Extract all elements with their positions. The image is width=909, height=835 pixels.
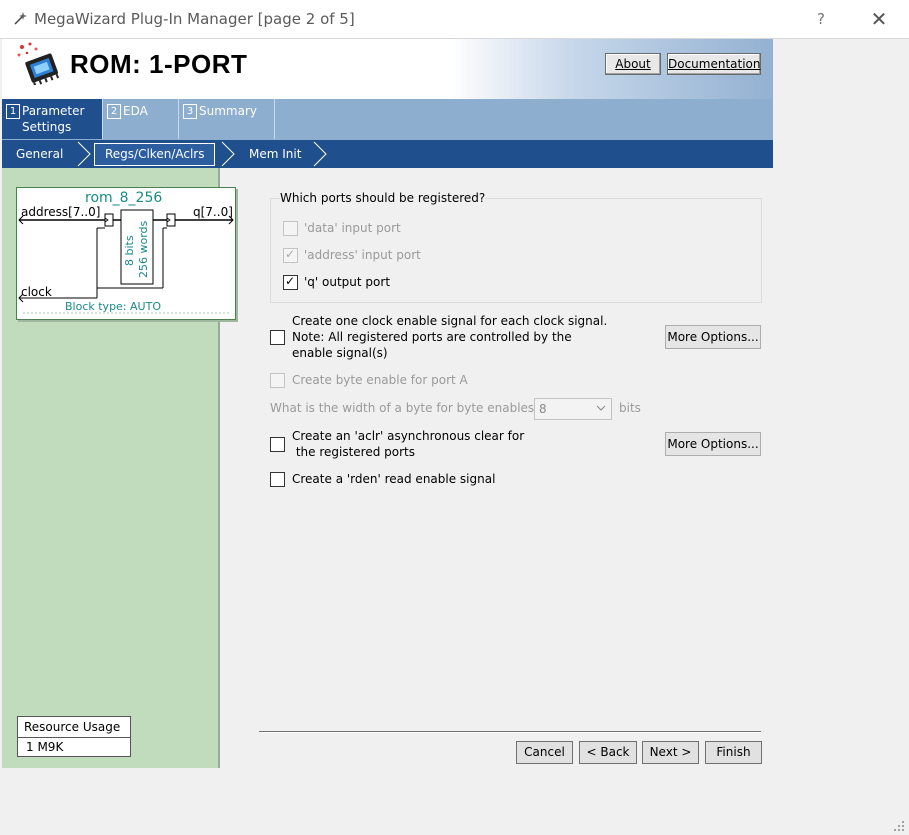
data-port-checkbox[interactable]: [283, 221, 298, 236]
byte-enable-checkbox[interactable]: [270, 373, 285, 388]
clock-enable-checkbox[interactable]: [270, 330, 285, 345]
resource-usage-value: 1 M9K: [26, 740, 64, 754]
chevron-right-icon: [77, 141, 91, 167]
wizard-tabs: 1 Parameter Settings 2 EDA 3 Summary: [2, 99, 773, 140]
back-button[interactable]: < Back: [579, 741, 637, 764]
subtab-mem-init[interactable]: Mem Init: [249, 140, 301, 168]
chevron-right-icon: [313, 141, 327, 167]
resize-grip-icon[interactable]: [892, 819, 906, 833]
clock-port-label: clock: [21, 285, 52, 299]
title-bar: MegaWizard Plug-In Manager [page 2 of 5]…: [0, 0, 909, 39]
cancel-button[interactable]: Cancel: [516, 741, 573, 764]
checkmark-icon: ✓: [285, 247, 296, 261]
resource-usage-title: Resource Usage: [18, 717, 130, 738]
q-port-label: q[7..0]: [193, 205, 233, 219]
wizard-header: ROM: 1-PORT About Documentation: [2, 39, 773, 99]
chevron-right-icon: [221, 141, 235, 167]
resource-usage-box: Resource Usage 1 M9K: [17, 716, 131, 757]
address-port-label: 'address' input port: [304, 248, 421, 262]
subtab-regs-clken-aclrs[interactable]: Regs/Clken/Aclrs: [94, 143, 216, 166]
window-title: MegaWizard Plug-In Manager [page 2 of 5]: [34, 10, 355, 28]
data-port-label: 'data' input port: [304, 221, 401, 235]
tab-summary[interactable]: 3 Summary: [179, 99, 275, 139]
byte-width-unit: bits: [619, 401, 641, 415]
aclr-label: Create an 'aclr' asynchronous clear for …: [292, 429, 525, 459]
subtab-general[interactable]: General: [16, 140, 63, 168]
page-title: ROM: 1-PORT: [70, 49, 248, 79]
clock-enable-label: Create one clock enable signal for each …: [292, 314, 608, 360]
q-port-label: 'q' output port: [304, 275, 391, 289]
documentation-button[interactable]: Documentation: [667, 53, 761, 75]
block-name: rom_8_256: [85, 190, 163, 206]
byte-width-value: 8: [539, 402, 547, 416]
finish-button[interactable]: Finish: [705, 741, 762, 764]
block-type-label: Block type: AUTO: [65, 300, 161, 313]
wizard-wand-icon: [14, 12, 27, 25]
separator: [259, 731, 761, 733]
tab-number: 3: [183, 104, 197, 119]
help-button[interactable]: ?: [806, 8, 836, 30]
next-button[interactable]: Next >: [642, 741, 699, 764]
tab-number: 2: [107, 104, 121, 119]
megafunction-chip-icon: [17, 42, 60, 85]
q-port-checkbox[interactable]: ✓: [283, 274, 298, 290]
tab-label: EDA: [123, 104, 148, 118]
registered-ports-title: Which ports should be registered?: [280, 191, 486, 205]
bits-label: 8 bits: [123, 235, 136, 266]
tab-eda[interactable]: 2 EDA: [103, 99, 179, 139]
about-button[interactable]: About: [605, 53, 661, 75]
tab-number: 1: [6, 104, 20, 119]
address-port-label: address[7..0]: [21, 205, 101, 219]
chevron-down-icon: [596, 405, 606, 411]
tab-label: Summary: [199, 104, 257, 118]
tab-label: Parameter Settings: [22, 104, 85, 134]
aclr-more-options-button[interactable]: More Options...: [665, 432, 761, 456]
close-button[interactable]: ✕: [862, 6, 896, 32]
byte-enable-label: Create byte enable for port A: [292, 373, 468, 387]
byte-width-question: What is the width of a byte for byte ena…: [270, 401, 541, 415]
address-port-checkbox[interactable]: ✓: [283, 247, 298, 263]
block-symbol-diagram: rom_8_256 address[7..0] q[7..0] clock 8 …: [16, 187, 236, 320]
tab-parameter-settings[interactable]: 1 Parameter Settings: [2, 99, 103, 139]
aclr-checkbox[interactable]: [270, 437, 285, 452]
subtab-bar: General Regs/Clken/Aclrs Mem Init: [2, 140, 773, 168]
rden-checkbox[interactable]: [270, 472, 285, 487]
clock-enable-more-options-button[interactable]: More Options...: [665, 325, 761, 349]
words-label: 256 words: [137, 220, 150, 278]
rden-label: Create a 'rden' read enable signal: [292, 472, 496, 486]
checkmark-icon: ✓: [285, 274, 296, 288]
